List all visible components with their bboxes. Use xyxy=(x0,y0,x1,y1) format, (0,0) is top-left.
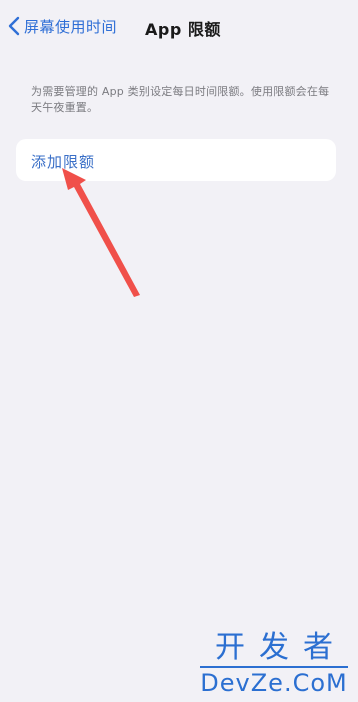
watermark-chinese: 开发者 xyxy=(215,630,347,665)
watermark-english: DevZe.CoM xyxy=(200,669,348,697)
navigation-bar: 屏幕使用时间 App 限额 xyxy=(0,0,358,52)
back-button[interactable]: 屏幕使用时间 xyxy=(8,14,117,38)
add-limit-label: 添加限额 xyxy=(31,153,96,171)
watermark-divider xyxy=(200,666,348,668)
description-text: 为需要管理的 App 类别设定每日时间限额。使用限额会在每天午夜重置。 xyxy=(31,85,330,114)
watermark-logo: 开发者 DevZe.CoM xyxy=(200,633,348,696)
page-title: App 限额 xyxy=(145,20,221,39)
add-limit-button[interactable]: 添加限额 xyxy=(16,139,336,181)
back-button-label: 屏幕使用时间 xyxy=(24,17,118,36)
chevron-left-icon xyxy=(8,16,20,36)
